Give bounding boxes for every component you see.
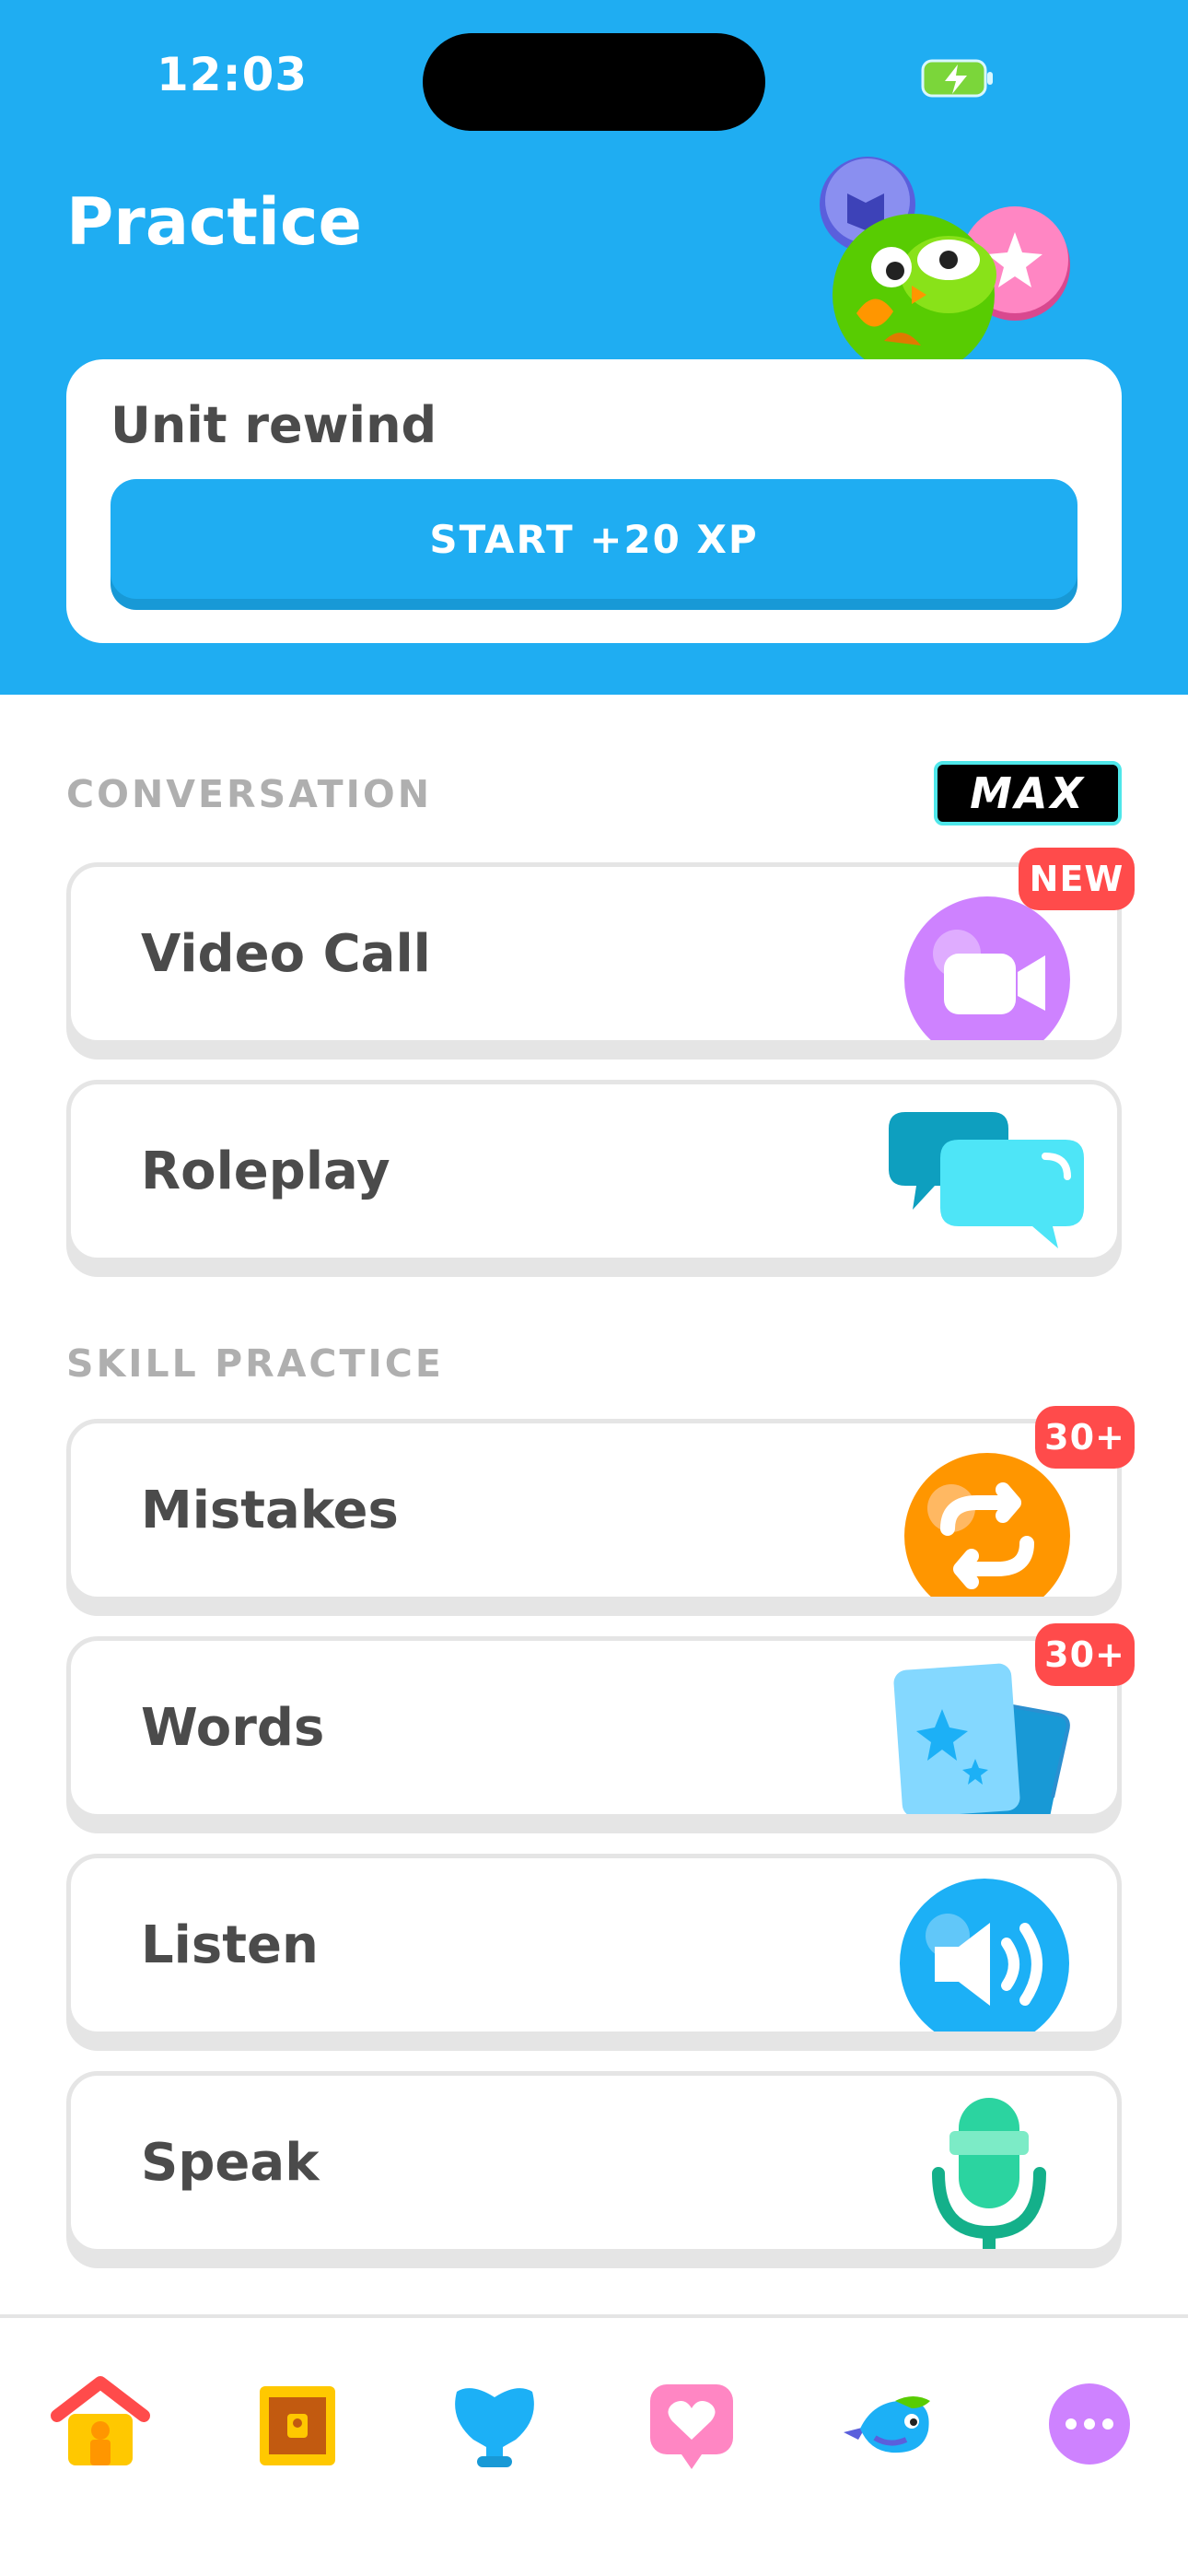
video-call-label: Video Call: [141, 924, 431, 984]
battery-charging-icon: [921, 59, 993, 98]
mistakes-card[interactable]: Mistakes: [66, 1419, 1122, 1601]
home-icon[interactable]: [50, 2373, 151, 2475]
video-call-card[interactable]: Video Call: [66, 862, 1122, 1045]
skill-practice-section-title: SKILL PRACTICE: [66, 1341, 444, 1386]
words-count-badge: 30+: [1035, 1623, 1135, 1686]
dumbbell-icon[interactable]: [444, 2373, 545, 2475]
microphone-icon: [932, 2098, 1046, 2249]
unit-rewind-label: Unit rewind: [111, 396, 437, 454]
roleplay-card[interactable]: Roleplay: [66, 1080, 1122, 1262]
start-rewind-button[interactable]: START +20 XP: [111, 479, 1077, 599]
dynamic-island: [423, 33, 765, 131]
owl-mascot-icon: [820, 157, 1070, 369]
mistakes-count-badge: 30+: [1035, 1406, 1135, 1469]
speak-card[interactable]: Speak: [66, 2071, 1122, 2254]
tab-bar-divider: [0, 2314, 1188, 2318]
unit-rewind-card: Unit rewind START +20 XP: [66, 359, 1122, 643]
conversation-section-title: CONVERSATION: [66, 772, 433, 816]
words-label: Words: [141, 1698, 325, 1758]
words-card[interactable]: Words: [66, 1636, 1122, 1819]
more-icon[interactable]: [1039, 2373, 1140, 2475]
status-time: 12:03: [157, 48, 309, 101]
max-badge: MAX: [934, 761, 1122, 825]
page-title: Practice: [66, 184, 362, 260]
video-camera-icon: [904, 896, 1070, 1040]
speak-label: Speak: [141, 2133, 320, 2193]
treasure-chest-icon[interactable]: [247, 2373, 348, 2475]
listen-label: Listen: [141, 1915, 319, 1975]
heart-icon[interactable]: [641, 2373, 742, 2475]
speaker-icon: [900, 1879, 1069, 2032]
header: 12:03 Practice Unit rewind START +20 XP: [0, 0, 1188, 695]
listen-card[interactable]: Listen: [66, 1854, 1122, 2036]
bird-icon[interactable]: [838, 2373, 939, 2475]
chat-bubbles-icon: [889, 1112, 1084, 1248]
roleplay-label: Roleplay: [141, 1142, 390, 1201]
new-badge: NEW: [1019, 848, 1135, 910]
mistakes-label: Mistakes: [141, 1481, 399, 1540]
